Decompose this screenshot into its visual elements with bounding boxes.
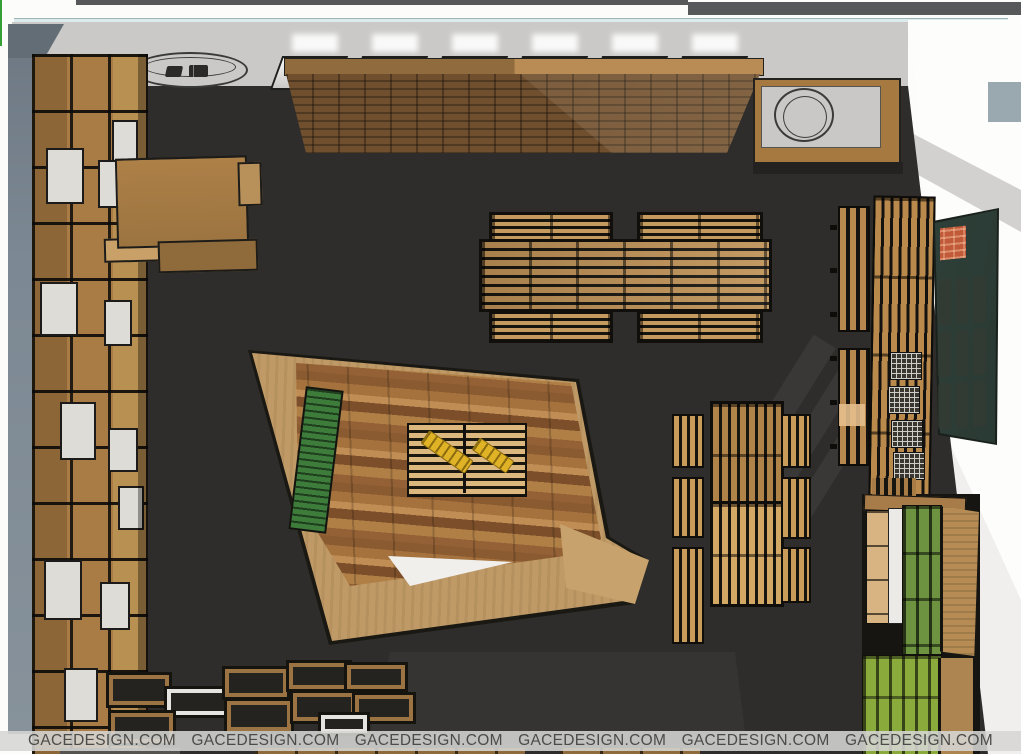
green-shelf-upper-side-panel xyxy=(940,506,979,656)
sketchup-axis-line xyxy=(0,0,2,46)
green-shelf-top-fringe xyxy=(872,478,916,496)
dining-table-top xyxy=(479,239,772,312)
art-photo xyxy=(956,278,969,325)
top-facade-strip-left xyxy=(76,0,688,5)
counter-grid-basket xyxy=(891,420,923,448)
reception-desk-return xyxy=(158,239,259,274)
watermark-text: GACEDESIGN.COM xyxy=(845,732,993,750)
skylight-glow xyxy=(532,34,578,52)
sink-bowl-inner xyxy=(783,96,827,138)
cabinet-white-cell xyxy=(60,402,96,460)
art-photo xyxy=(938,331,951,378)
storage-box xyxy=(222,666,290,700)
skylight-glow xyxy=(452,34,498,52)
interior-render-canvas: GACEDESIGN.COM GACEDESIGN.COM GACEDESIGN… xyxy=(0,0,1021,754)
dining-table-right-upper xyxy=(710,401,784,507)
bench-foot-tick xyxy=(830,268,837,273)
art-photo-grid xyxy=(938,276,986,429)
cabinet-white-cell xyxy=(64,668,98,722)
skylight-glow xyxy=(292,34,338,52)
storage-box xyxy=(286,660,352,692)
bench-foot-tick xyxy=(830,312,837,317)
watermark-text: GACEDESIGN.COM xyxy=(518,732,666,750)
dining-bench-v xyxy=(781,547,811,603)
art-photo xyxy=(956,330,969,377)
watermark-text: GACEDESIGN.COM xyxy=(682,732,830,750)
art-photo xyxy=(938,279,951,326)
bench-foot-tick xyxy=(830,444,837,449)
watermark-band: GACEDESIGN.COM GACEDESIGN.COM GACEDESIGN… xyxy=(0,731,1021,751)
storage-box xyxy=(224,698,294,734)
ellipse-object-right xyxy=(189,65,208,77)
canopy-rail xyxy=(284,58,764,76)
cabinet-white-cell xyxy=(40,282,78,336)
art-photo xyxy=(938,383,951,430)
bench-foot-tick xyxy=(830,400,837,405)
counter-bench-cushion xyxy=(839,404,865,426)
skylight-glow xyxy=(372,34,418,52)
counter-grid-basket xyxy=(888,386,920,414)
dining-bench-v xyxy=(781,477,811,539)
art-photo xyxy=(973,328,986,375)
dining-bench xyxy=(489,311,613,343)
storage-box xyxy=(344,662,408,692)
cabinet-white-cell xyxy=(100,582,130,630)
dining-bench xyxy=(637,311,763,343)
art-photo xyxy=(956,382,969,429)
watermark-text: GACEDESIGN.COM xyxy=(355,732,503,750)
art-photo xyxy=(973,380,986,427)
cabinet-white-cell xyxy=(44,560,82,620)
sink-counter-shadow xyxy=(753,162,903,174)
bench-foot-tick xyxy=(830,356,837,361)
ellipse-object-left xyxy=(165,66,183,77)
dining-bench-v xyxy=(672,414,704,468)
cabinet-white-cell xyxy=(46,148,84,204)
top-facade-strip-right xyxy=(688,2,1021,15)
reception-desk-main xyxy=(115,155,249,248)
cabinet-white-cell xyxy=(112,120,138,162)
dining-bench-v xyxy=(781,414,811,468)
cabinet-white-cell xyxy=(108,428,138,472)
green-shelf-upper-grid xyxy=(902,505,942,655)
cabinet-white-cell xyxy=(104,300,132,346)
art-orange-label xyxy=(940,226,966,261)
dining-bench-v xyxy=(672,477,704,538)
green-shelf-tan-column xyxy=(866,510,890,624)
art-photo xyxy=(973,276,986,323)
counter-bench xyxy=(838,206,870,332)
dining-bench-v xyxy=(672,547,704,644)
watermark-text: GACEDESIGN.COM xyxy=(28,732,176,750)
dining-table-right-lower xyxy=(710,501,784,607)
right-wall-blue-panel xyxy=(988,82,1021,122)
skylight-glow xyxy=(612,34,658,52)
watermark-text: GACEDESIGN.COM xyxy=(191,732,339,750)
skylight-glow xyxy=(692,34,738,52)
reception-desk-tab xyxy=(237,162,262,207)
counter-grid-basket xyxy=(890,352,922,380)
platform-green-slat-panel xyxy=(288,386,343,534)
counter-grid-basket xyxy=(893,452,925,480)
storage-box xyxy=(106,672,172,708)
bench-foot-tick xyxy=(830,225,837,230)
